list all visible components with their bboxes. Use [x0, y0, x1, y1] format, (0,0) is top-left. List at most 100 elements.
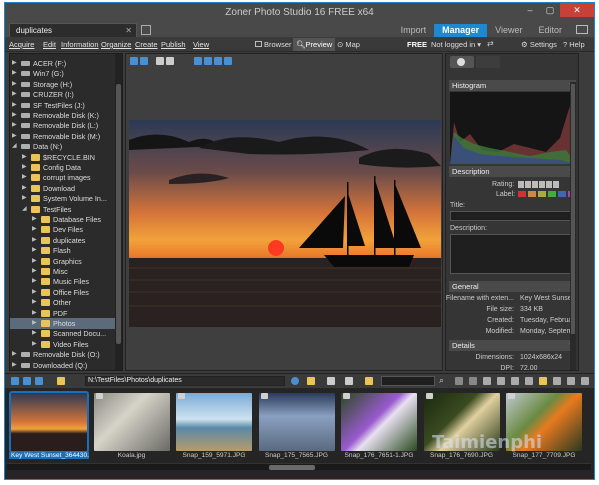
- tree-item[interactable]: ▶ Office Files: [10, 287, 116, 298]
- tree-item[interactable]: ◢ TestFiles: [10, 204, 116, 215]
- expand-arrow-icon[interactable]: ▶: [12, 100, 17, 111]
- histogram-header[interactable]: Histogram▾: [449, 80, 576, 91]
- actual-size-icon[interactable]: [166, 57, 174, 65]
- rotate-icon[interactable]: [511, 377, 519, 385]
- thumbnail-item[interactable]: Snap_159_5971.JPG: [174, 391, 254, 463]
- compare-icon[interactable]: [214, 57, 222, 65]
- expand-arrow-icon[interactable]: ▶: [12, 110, 17, 121]
- tree-item[interactable]: ▶ Dev Files: [10, 224, 116, 235]
- tree-item[interactable]: ▶ System Volume In...: [10, 193, 116, 204]
- grid-icon[interactable]: [553, 377, 561, 385]
- search-field[interactable]: [381, 376, 435, 386]
- menu-information[interactable]: Information: [61, 40, 99, 49]
- collapse-arrow-icon[interactable]: ◢: [22, 204, 27, 215]
- back-icon[interactable]: [130, 57, 138, 65]
- expand-arrow-icon[interactable]: ▶: [32, 214, 37, 225]
- tree-item[interactable]: ▶ Storage (H:): [10, 79, 116, 90]
- expand-arrow-icon[interactable]: ▶: [32, 297, 37, 308]
- view-map-button[interactable]: ⊙ Map: [337, 40, 360, 49]
- thumbnail-item[interactable]: Key West Sunset_364430...: [9, 391, 89, 463]
- general-header[interactable]: General▾: [449, 281, 576, 292]
- expand-arrow-icon[interactable]: ▶: [12, 79, 17, 90]
- folder-tree[interactable]: ▶ ACER (F:) ▶ Win7 (G:) ▶ Storage (H:) ▶ CRUZER…: [9, 53, 123, 371]
- tree-scrollbar[interactable]: [115, 54, 122, 370]
- expand-arrow-icon[interactable]: ▶: [12, 58, 17, 69]
- forward-icon[interactable]: [140, 57, 148, 65]
- settings-button[interactable]: ⚙ Settings: [521, 40, 557, 49]
- tree-item[interactable]: ▶ Win7 (G:): [10, 68, 116, 79]
- expand-arrow-icon[interactable]: ▶: [12, 89, 17, 100]
- details-header[interactable]: Details▾: [449, 340, 576, 351]
- expand-arrow-icon[interactable]: ▶: [32, 308, 37, 319]
- minimize-button[interactable]: –: [520, 3, 540, 17]
- expand-arrow-icon[interactable]: ▶: [22, 152, 27, 163]
- tree-item[interactable]: ▶ Scanned Docu...: [10, 328, 116, 339]
- mode-tab-import[interactable]: Import: [393, 24, 435, 37]
- tree-item[interactable]: ▶ SF TestFiles (J:): [10, 100, 116, 111]
- expand-arrow-icon[interactable]: ▶: [32, 266, 37, 277]
- forward-nav-icon[interactable]: [23, 377, 31, 385]
- thumbnail-item[interactable]: Snap_176_7651-1.JPG: [339, 391, 419, 463]
- mode-tab-editor[interactable]: Editor: [530, 24, 570, 37]
- expand-arrow-icon[interactable]: ▶: [22, 162, 27, 173]
- expand-arrow-icon[interactable]: ▶: [22, 183, 27, 194]
- folder-nav-icon[interactable]: [57, 377, 65, 385]
- expand-arrow-icon[interactable]: ▶: [22, 193, 27, 204]
- tree-scrollbar-thumb[interactable]: [116, 84, 121, 344]
- tree-item[interactable]: ▶ Download: [10, 183, 116, 194]
- expand-arrow-icon[interactable]: ▶: [12, 349, 17, 360]
- menu-edit[interactable]: Edit: [43, 40, 56, 49]
- menu-acquire[interactable]: Acquire: [9, 40, 34, 49]
- tree-item[interactable]: ◢ Data (N:): [10, 141, 116, 152]
- label-filter-icon[interactable]: [469, 377, 477, 385]
- tree-item[interactable]: ▶ ACER (F:): [10, 58, 116, 69]
- strip-scrollbar[interactable]: [7, 463, 591, 470]
- crop-icon[interactable]: [497, 377, 505, 385]
- edit-icon[interactable]: [483, 377, 491, 385]
- tree-item[interactable]: ▶ Removable Disk (O:): [10, 349, 116, 360]
- tree-item[interactable]: ▶ Graphics: [10, 256, 116, 267]
- rating-stars[interactable]: [518, 181, 560, 188]
- tree-item[interactable]: ▶ Video Files: [10, 339, 116, 350]
- title-field[interactable]: [450, 211, 576, 221]
- login-dropdown[interactable]: Not logged in ▾: [431, 40, 481, 49]
- mode-tab-manager[interactable]: Manager: [434, 24, 488, 37]
- strip-scrollbar-thumb[interactable]: [269, 465, 315, 470]
- menu-icon[interactable]: [576, 25, 588, 34]
- expand-arrow-icon[interactable]: ▶: [22, 172, 27, 183]
- maximize-button[interactable]: ▢: [540, 3, 560, 17]
- sort-icon[interactable]: [327, 377, 335, 385]
- expand-arrow-icon[interactable]: ▶: [32, 245, 37, 256]
- expand-arrow-icon[interactable]: ▶: [32, 318, 37, 329]
- expand-arrow-icon[interactable]: ▶: [32, 276, 37, 287]
- up-nav-icon[interactable]: [35, 377, 43, 385]
- expand-arrow-icon[interactable]: ▶: [32, 328, 37, 339]
- filter-icon[interactable]: [345, 377, 353, 385]
- star-filter-icon[interactable]: [455, 377, 463, 385]
- mode-tab-viewer[interactable]: Viewer: [487, 24, 530, 37]
- tree-item[interactable]: ▶ $RECYCLE.BIN: [10, 152, 116, 163]
- panel-scrollbar-thumb[interactable]: [571, 84, 575, 334]
- menu-view[interactable]: View: [193, 40, 209, 49]
- tree-item[interactable]: ▶ Removable Disk (K:): [10, 110, 116, 121]
- list-icon[interactable]: [567, 377, 575, 385]
- expand-arrow-icon[interactable]: ▶: [12, 131, 17, 142]
- share-icon[interactable]: ⇄: [487, 39, 494, 48]
- details-view-icon[interactable]: [581, 377, 589, 385]
- info-tab[interactable]: [450, 56, 474, 68]
- new-tab-icon[interactable]: [141, 25, 151, 35]
- expand-arrow-icon[interactable]: ▶: [32, 235, 37, 246]
- tree-item[interactable]: ▶ Config Data: [10, 162, 116, 173]
- expand-arrow-icon[interactable]: ▶: [12, 120, 17, 131]
- expand-arrow-icon[interactable]: ▶: [32, 256, 37, 267]
- tree-item[interactable]: ▶ Other: [10, 297, 116, 308]
- tree-item[interactable]: ▶ Removable Disk (M:): [10, 131, 116, 142]
- tree-item[interactable]: ▶ Photos: [10, 318, 116, 329]
- expand-arrow-icon[interactable]: ▶: [32, 339, 37, 350]
- close-window-button[interactable]: ✕: [560, 3, 594, 17]
- thumbnail-item[interactable]: Koala.jpg: [92, 391, 172, 463]
- back-nav-icon[interactable]: [11, 377, 19, 385]
- fullscreen-icon[interactable]: [224, 57, 232, 65]
- expand-arrow-icon[interactable]: ▶: [32, 287, 37, 298]
- view-browser-button[interactable]: Browser: [255, 40, 292, 49]
